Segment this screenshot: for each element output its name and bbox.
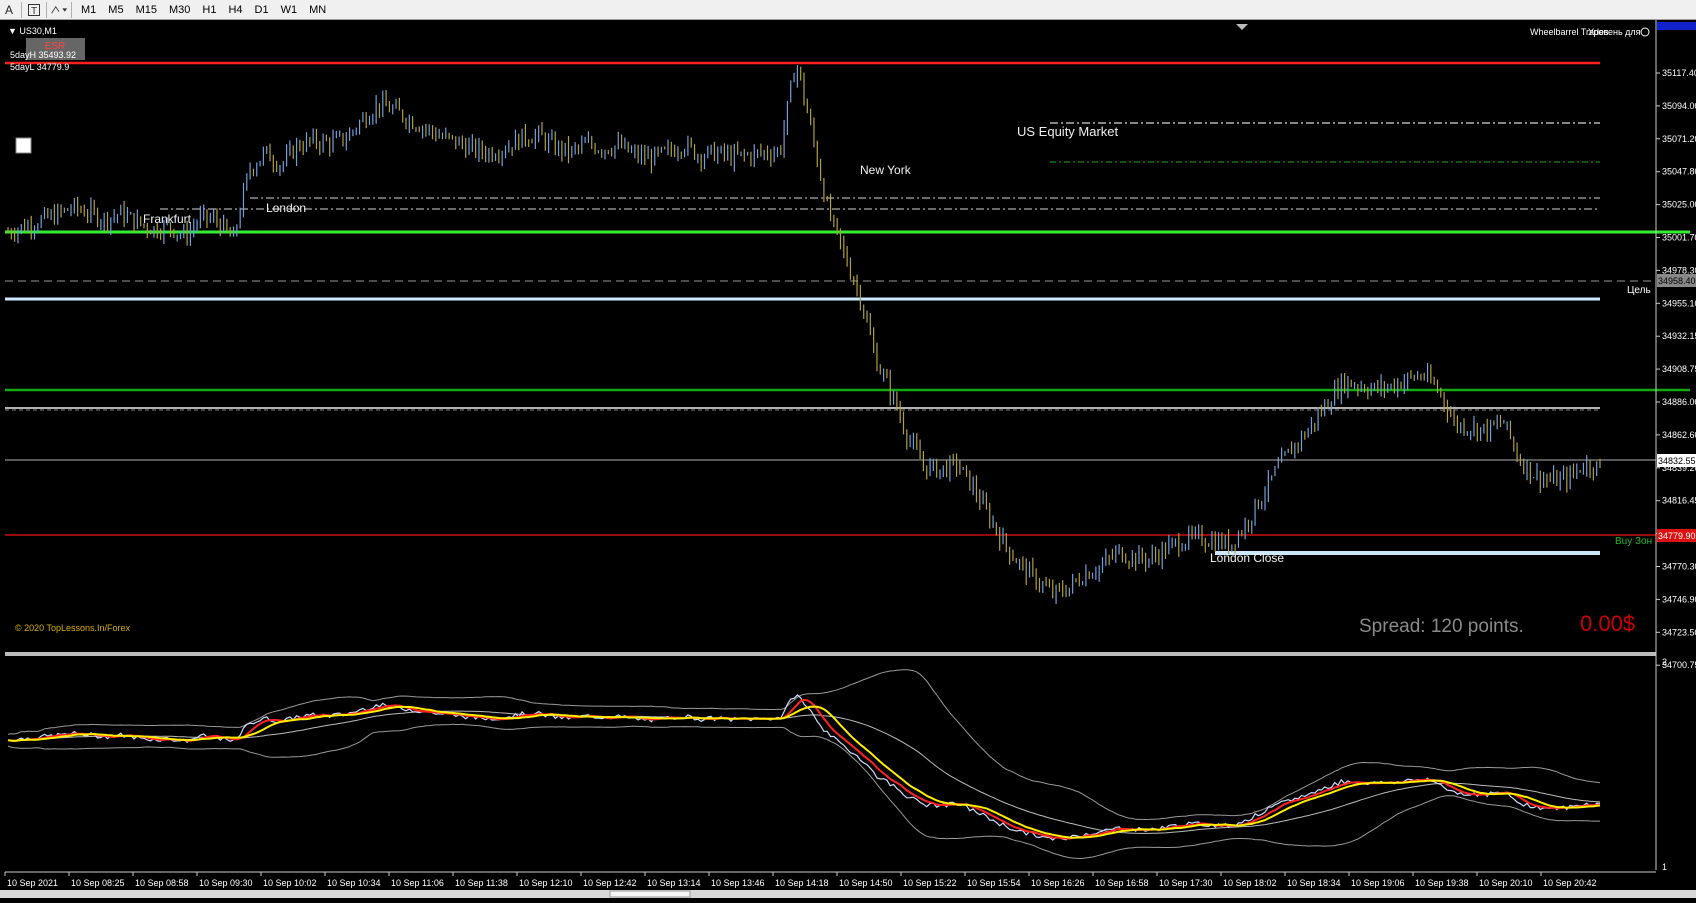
price-scale-label: 34700.75 xyxy=(1662,660,1696,670)
time-axis-label: 10 Sep 20:42 xyxy=(1543,878,1597,888)
price-scale-label: 34746.90 xyxy=(1662,594,1696,604)
price-scale-label: 34723.50 xyxy=(1662,627,1696,637)
chart-shift-marker-icon[interactable] xyxy=(1236,24,1248,30)
toolbar-separator xyxy=(71,1,72,18)
current-price-tag: 34832.55 xyxy=(1658,456,1696,466)
time-axis-label: 10 Sep 11:38 xyxy=(455,878,508,888)
time-axis-label: 10 Sep 16:58 xyxy=(1095,878,1149,888)
timeframe-m30[interactable]: M30 xyxy=(163,1,196,19)
session-label-new-york: New York xyxy=(860,163,912,177)
target-price-tag: 34958.40 xyxy=(1658,276,1696,286)
horizontal-scrollbar[interactable] xyxy=(0,890,1696,898)
buy-zone-label: Buy Зон xyxy=(1615,536,1652,547)
sub-scale-bottom: 1 xyxy=(1662,862,1667,872)
timeframe-m15[interactable]: M15 xyxy=(130,1,163,19)
target-label: Цель xyxy=(1627,285,1651,296)
price-bars xyxy=(7,65,1601,604)
price-scale-label: 34862.60 xyxy=(1662,430,1696,440)
time-axis[interactable]: 10 Sep 2021 10 Sep 08:25 10 Sep 08:58 10 Se… xyxy=(4,872,1597,888)
toolbar: A T M1 M5 M15 M30 H1 H4 D1 W1 MN xyxy=(0,0,1696,20)
timeframe-bar: M1 M5 M15 M30 H1 H4 D1 W1 MN xyxy=(75,1,332,19)
chart-canvas[interactable]: Frankfurt London New York US Equity Mark… xyxy=(0,20,1696,898)
toolbar-separator xyxy=(46,1,47,18)
time-axis-label: 10 Sep 08:25 xyxy=(71,878,125,888)
timeframe-mn[interactable]: MN xyxy=(303,1,332,19)
chart-checkbox[interactable] xyxy=(15,137,32,154)
five-day-high-label: 5dayH 35493.92 xyxy=(10,50,76,60)
indicator-name-label-overlap: Уровень для xyxy=(1588,27,1641,37)
oscillator-red-line xyxy=(7,698,1601,840)
time-axis-label: 10 Sep 19:38 xyxy=(1415,878,1469,888)
time-axis-label: 10 Sep 18:34 xyxy=(1287,878,1341,888)
oscillator-yellow-line xyxy=(7,705,1601,839)
time-axis-label: 10 Sep 10:34 xyxy=(327,878,381,888)
timeframe-m5[interactable]: M5 xyxy=(102,1,129,19)
price-scale-label: 35001.70 xyxy=(1662,233,1696,243)
time-axis-label: 10 Sep 2021 xyxy=(7,878,58,888)
five-day-low-label: 5dayL 34779.9 xyxy=(10,62,69,72)
indicator-settings-icon[interactable] xyxy=(1640,27,1650,37)
copyright-label: © 2020 TopLessons.In/Forex xyxy=(15,623,131,633)
time-axis-label: 10 Sep 19:06 xyxy=(1351,878,1405,888)
price-scale-label: 35025.00 xyxy=(1662,200,1696,210)
time-axis-label: 10 Sep 11:06 xyxy=(391,878,444,888)
price-scale-label: 34886.00 xyxy=(1662,397,1696,407)
oscillator-upper-band xyxy=(7,669,1601,821)
label-tool-icon[interactable]: T xyxy=(25,1,43,19)
spread-label: Spread: 120 points. xyxy=(1359,616,1524,637)
oscillator-raw-line xyxy=(7,694,1601,841)
toolbar-separator xyxy=(21,1,22,18)
price-scale-label: 35071.20 xyxy=(1662,134,1696,144)
svg-text:T: T xyxy=(31,6,37,17)
oscillator-window xyxy=(7,669,1601,860)
time-axis-label: 10 Sep 09:30 xyxy=(199,878,253,888)
timeframe-m1[interactable]: M1 xyxy=(75,1,102,19)
chart-window[interactable]: Frankfurt London New York US Equity Mark… xyxy=(0,20,1696,898)
price-scale-label: 34908.75 xyxy=(1662,364,1696,374)
time-axis-label: 10 Sep 12:10 xyxy=(519,878,573,888)
oscillator-slow-line xyxy=(7,710,1601,834)
time-axis-label: 10 Sep 13:14 xyxy=(647,878,701,888)
time-axis-label: 10 Sep 20:10 xyxy=(1479,878,1533,888)
symbol-title: ▼ US30,M1 xyxy=(8,26,57,36)
blue-price-box xyxy=(1657,22,1696,30)
time-axis-label: 10 Sep 15:22 xyxy=(903,878,957,888)
timeframe-w1[interactable]: W1 xyxy=(275,1,304,19)
oscillator-lower-band xyxy=(7,723,1600,860)
timeframe-h1[interactable]: H1 xyxy=(196,1,222,19)
time-axis-label: 10 Sep 12:42 xyxy=(583,878,637,888)
time-axis-label: 10 Sep 08:58 xyxy=(135,878,189,888)
price-scale-label: 34978.30 xyxy=(1662,265,1696,275)
time-axis-label: 10 Sep 13:46 xyxy=(711,878,765,888)
price-scale[interactable]: 35117.40 35094.00 35071.20 35047.80 35025.00… xyxy=(1656,68,1696,670)
price-scale-label: 35117.40 xyxy=(1662,68,1696,78)
price-scale-label: 35047.80 xyxy=(1662,167,1696,177)
red-price-tag: 34779.90 xyxy=(1658,531,1696,541)
session-label-london-close: London Close xyxy=(1210,551,1284,565)
time-axis-label: 10 Sep 14:50 xyxy=(839,878,893,888)
time-axis-label: 10 Sep 16:26 xyxy=(1031,878,1085,888)
timeframe-h4[interactable]: H4 xyxy=(222,1,248,19)
price-scale-label: 35094.00 xyxy=(1662,101,1696,111)
price-scale-label: 34770.30 xyxy=(1662,562,1696,572)
price-scale-label: 34932.15 xyxy=(1662,331,1696,341)
shapes-tool-icon[interactable] xyxy=(50,1,68,19)
session-label-frankfurt: Frankfurt xyxy=(143,212,192,226)
sub-scale-top: 2 xyxy=(1662,657,1667,667)
time-axis-label: 10 Sep 15:54 xyxy=(967,878,1021,888)
price-scale-label: 34816.45 xyxy=(1662,496,1696,506)
session-label-us-equity: US Equity Market xyxy=(1017,124,1119,139)
time-axis-label: 10 Sep 17:30 xyxy=(1159,878,1213,888)
scrollbar-thumb[interactable] xyxy=(609,890,691,898)
session-label-london: London xyxy=(266,201,306,215)
time-axis-label: 10 Sep 14:18 xyxy=(775,878,829,888)
time-axis-label: 10 Sep 18:02 xyxy=(1223,878,1277,888)
timeframe-d1[interactable]: D1 xyxy=(249,1,275,19)
price-scale-label: 34955.10 xyxy=(1662,298,1696,308)
time-axis-label: 10 Sep 10:02 xyxy=(263,878,317,888)
text-tool-icon[interactable]: A xyxy=(0,1,18,19)
profit-label: 0.00$ xyxy=(1580,611,1635,636)
